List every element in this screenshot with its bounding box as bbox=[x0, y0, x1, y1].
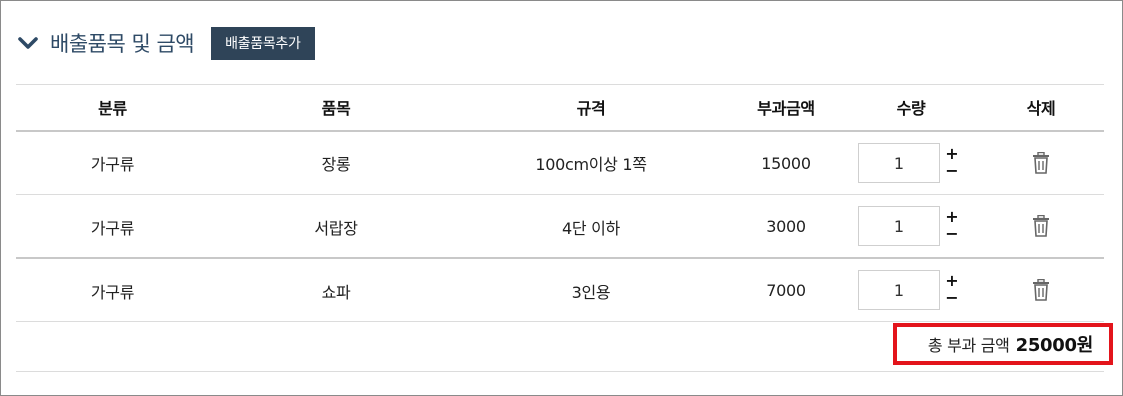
total-fee-label: 총 부과 금액 bbox=[927, 336, 1010, 355]
section-title: 배출품목 및 금액 bbox=[50, 32, 195, 56]
row-spec: 100cm이상 1쪽 bbox=[535, 155, 647, 174]
row-fee: 7000 bbox=[766, 281, 806, 300]
row-fee: 15000 bbox=[761, 153, 811, 173]
total-fee-summary: 총 부과 금액 25000원 bbox=[893, 323, 1113, 365]
table-bottom-rule bbox=[16, 371, 1104, 372]
total-fee-amount: 25000원 bbox=[1015, 335, 1094, 356]
column-header-fee: 부과금액 bbox=[757, 99, 815, 118]
trash-icon[interactable] bbox=[1031, 152, 1051, 174]
column-header-delete: 삭제 bbox=[1026, 99, 1056, 118]
trash-icon[interactable] bbox=[1031, 279, 1051, 301]
section-header: 배출품목 및 금액 배출품목추가 bbox=[16, 25, 315, 61]
row-item: 장롱 bbox=[321, 155, 351, 174]
increase-quantity-button[interactable]: + bbox=[945, 207, 959, 226]
chevron-down-icon[interactable] bbox=[16, 31, 40, 55]
trash-icon[interactable] bbox=[1031, 215, 1051, 237]
increase-quantity-button[interactable]: + bbox=[945, 144, 959, 163]
row-spec: 4단 이하 bbox=[562, 218, 620, 238]
column-header-category: 분류 bbox=[98, 99, 127, 118]
row-category: 가구류 bbox=[90, 218, 135, 238]
decrease-quantity-button[interactable]: − bbox=[945, 288, 959, 307]
increase-quantity-button[interactable]: + bbox=[945, 271, 959, 290]
row-spec: 3인용 bbox=[571, 282, 611, 302]
decrease-quantity-button[interactable]: − bbox=[945, 224, 959, 243]
row-item: 쇼파 bbox=[321, 282, 351, 302]
quantity-field[interactable]: 1 bbox=[858, 143, 940, 183]
add-item-button[interactable]: 배출품목추가 bbox=[211, 26, 315, 60]
row-category: 가구류 bbox=[90, 282, 135, 302]
quantity-field[interactable]: 1 bbox=[858, 270, 940, 310]
quantity-field[interactable]: 1 bbox=[858, 206, 940, 246]
row-category: 가구류 bbox=[90, 155, 135, 174]
row-divider bbox=[16, 321, 1104, 322]
decrease-quantity-button[interactable]: − bbox=[945, 161, 959, 180]
row-fee: 3000 bbox=[766, 217, 806, 236]
row-item: 서랍장 bbox=[314, 218, 358, 238]
column-header-spec: 규격 bbox=[576, 99, 606, 118]
column-header-item: 품목 bbox=[321, 99, 351, 118]
column-header-quantity: 수량 bbox=[896, 99, 926, 118]
